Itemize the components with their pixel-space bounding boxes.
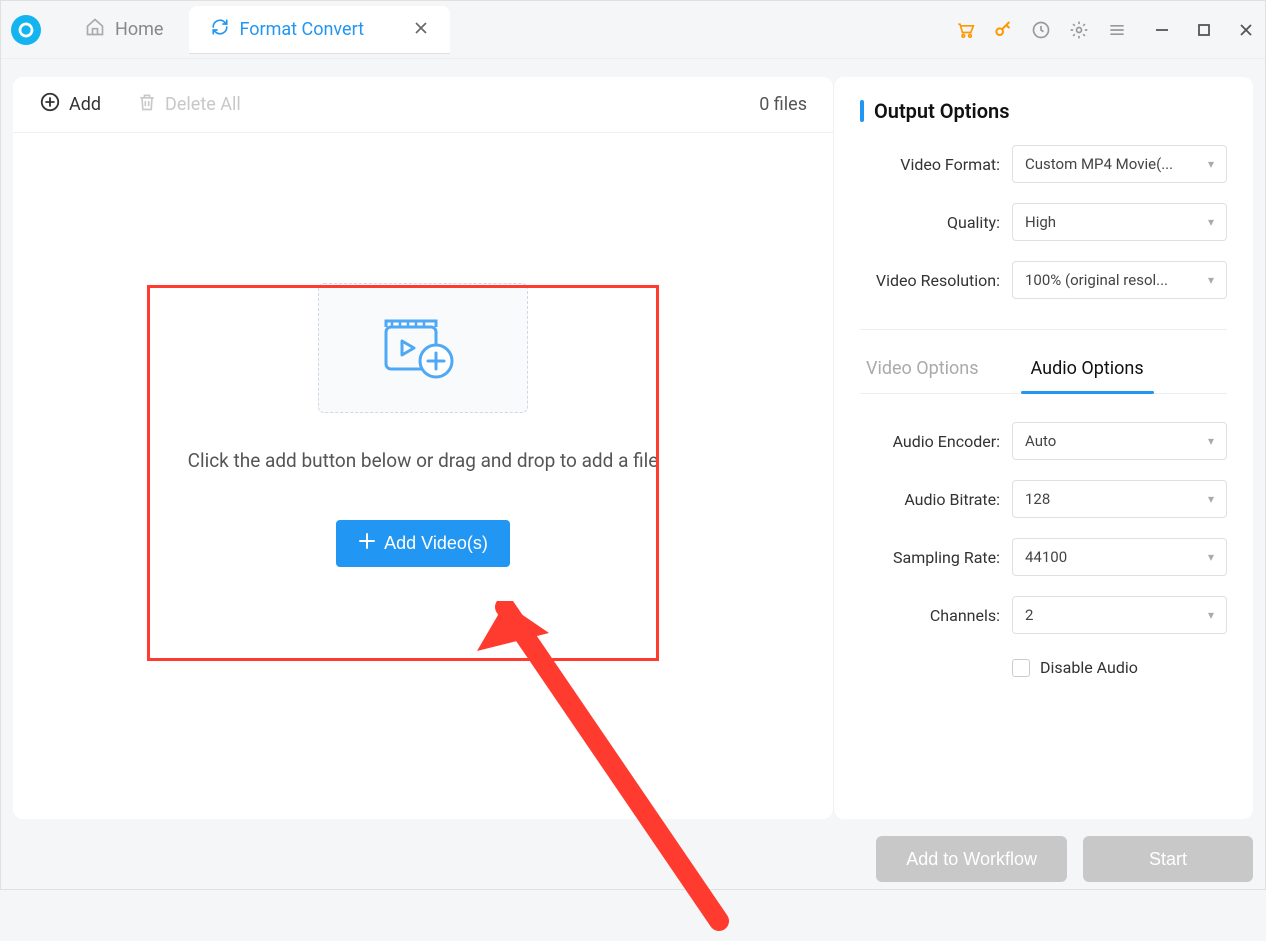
content-area: Add Delete All 0 files xyxy=(1,59,1265,829)
main-panel: Add Delete All 0 files xyxy=(13,77,833,819)
footer: Add to Workflow Start xyxy=(1,829,1265,889)
video-format-select[interactable]: Custom MP4 Movie(... ▾ xyxy=(1012,145,1227,183)
audio-encoder-label: Audio Encoder: xyxy=(860,432,1000,451)
maximize-icon[interactable] xyxy=(1197,23,1211,37)
video-format-label: Video Format: xyxy=(860,155,1000,174)
channels-value: 2 xyxy=(1025,606,1033,624)
chevron-down-icon: ▾ xyxy=(1208,157,1214,171)
quality-label: Quality: xyxy=(860,213,1000,232)
app-logo xyxy=(11,15,41,45)
sampling-rate-select[interactable]: 44100 ▾ xyxy=(1012,538,1227,576)
subtab-audio-options[interactable]: Audio Options xyxy=(1025,348,1150,393)
tab-active-label: Format Convert xyxy=(239,19,364,40)
add-label: Add xyxy=(69,94,101,115)
trash-icon xyxy=(137,92,157,117)
resolution-select[interactable]: 100% (original resol... ▾ xyxy=(1012,261,1227,299)
disable-audio-label: Disable Audio xyxy=(1040,658,1138,677)
add-to-workflow-button[interactable]: Add to Workflow xyxy=(876,836,1067,882)
clock-icon[interactable] xyxy=(1031,20,1051,40)
sampling-rate-label: Sampling Rate: xyxy=(860,548,1000,567)
plus-circle-icon xyxy=(39,91,61,118)
add-videos-button[interactable]: Add Video(s) xyxy=(336,520,510,567)
resolution-label: Video Resolution: xyxy=(860,271,1000,290)
disable-audio-row[interactable]: Disable Audio xyxy=(1012,658,1227,677)
key-icon[interactable] xyxy=(993,20,1013,40)
close-window-icon[interactable] xyxy=(1239,23,1253,37)
tab-home-label: Home xyxy=(115,19,163,40)
refresh-icon xyxy=(211,18,229,41)
disable-audio-checkbox[interactable] xyxy=(1012,659,1030,677)
delete-all-label: Delete All xyxy=(165,94,241,115)
audio-bitrate-select[interactable]: 128 ▾ xyxy=(1012,480,1227,518)
side-panel: Output Options Video Format: Custom MP4 … xyxy=(833,77,1253,819)
annotation-arrow xyxy=(471,601,751,941)
quality-select[interactable]: High ▾ xyxy=(1012,203,1227,241)
drop-instruction: Click the add button below or drag and d… xyxy=(173,449,673,472)
resolution-value: 100% (original resol... xyxy=(1025,271,1168,289)
file-count: 0 files xyxy=(759,94,807,115)
option-subtabs: Video Options Audio Options xyxy=(860,348,1227,394)
sampling-rate-value: 44100 xyxy=(1025,548,1067,566)
chevron-down-icon: ▾ xyxy=(1208,492,1214,506)
audio-bitrate-value: 128 xyxy=(1025,490,1050,508)
menu-icon[interactable] xyxy=(1107,20,1127,40)
chevron-down-icon: ▾ xyxy=(1208,273,1214,287)
drop-illustration xyxy=(318,283,528,413)
main-toolbar: Add Delete All 0 files xyxy=(13,77,833,133)
start-button[interactable]: Start xyxy=(1083,836,1253,882)
minimize-icon[interactable] xyxy=(1155,23,1169,37)
add-button[interactable]: Add xyxy=(39,91,101,118)
audio-encoder-value: Auto xyxy=(1025,432,1056,450)
tab-format-convert[interactable]: Format Convert xyxy=(189,6,450,54)
titlebar-icons xyxy=(955,20,1253,40)
app-window: Home Format Convert xyxy=(0,0,1266,890)
tab-home[interactable]: Home xyxy=(63,6,185,54)
channels-select[interactable]: 2 ▾ xyxy=(1012,596,1227,634)
drop-zone[interactable]: Click the add button below or drag and d… xyxy=(13,133,833,809)
output-options-title: Output Options xyxy=(860,99,1227,123)
plus-icon xyxy=(358,532,376,555)
audio-encoder-select[interactable]: Auto ▾ xyxy=(1012,422,1227,460)
chevron-down-icon: ▾ xyxy=(1208,550,1214,564)
chevron-down-icon: ▾ xyxy=(1208,434,1214,448)
home-icon xyxy=(85,17,105,42)
close-tab-icon[interactable] xyxy=(414,20,428,39)
video-format-value: Custom MP4 Movie(... xyxy=(1025,155,1173,173)
titlebar: Home Format Convert xyxy=(1,1,1265,59)
delete-all-button[interactable]: Delete All xyxy=(137,92,241,117)
cart-icon[interactable] xyxy=(955,20,975,40)
audio-bitrate-label: Audio Bitrate: xyxy=(860,490,1000,509)
chevron-down-icon: ▾ xyxy=(1208,215,1214,229)
add-videos-label: Add Video(s) xyxy=(384,533,488,554)
gear-icon[interactable] xyxy=(1069,20,1089,40)
channels-label: Channels: xyxy=(860,606,1000,625)
quality-value: High xyxy=(1025,213,1056,231)
subtab-video-options[interactable]: Video Options xyxy=(860,348,985,393)
chevron-down-icon: ▾ xyxy=(1208,608,1214,622)
